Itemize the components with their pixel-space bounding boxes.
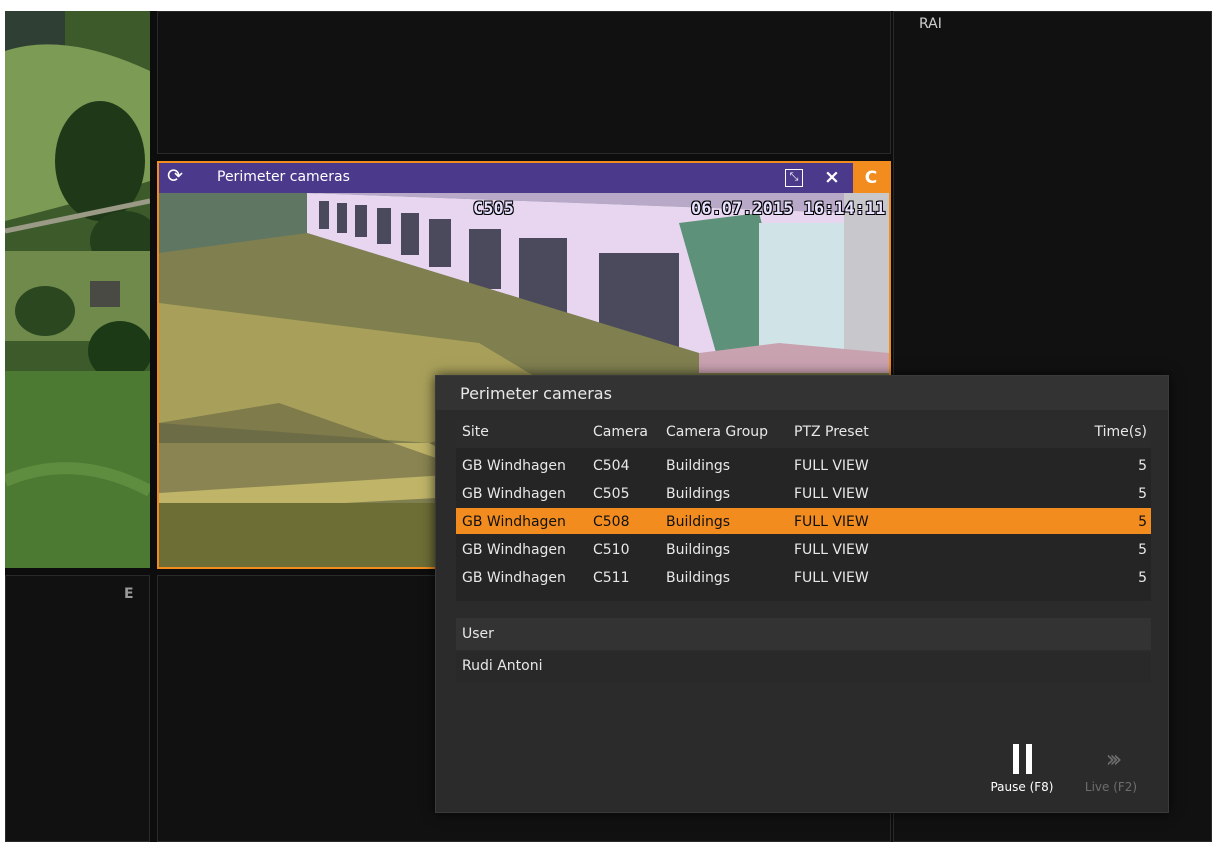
- camera-tile-title: Perimeter cameras: [217, 169, 350, 185]
- refresh-icon[interactable]: ⟳: [167, 165, 183, 187]
- cell-camera: C504: [593, 458, 630, 474]
- cell-camera: C508: [593, 514, 630, 530]
- fast-forward-icon: ›››: [1105, 745, 1123, 773]
- cell-camera: C510: [593, 542, 630, 558]
- cell-ptz-preset: FULL VIEW: [794, 570, 869, 586]
- cell-camera: C511: [593, 570, 630, 586]
- table-header-row: Site Camera Camera Group PTZ Preset Time…: [456, 418, 1151, 448]
- cell-time: 5: [1138, 486, 1147, 502]
- cell-ptz-preset: FULL VIEW: [794, 486, 869, 502]
- cell-site: GB Windhagen: [462, 458, 566, 474]
- cell-site: GB Windhagen: [462, 486, 566, 502]
- cell-camera: C505: [593, 486, 630, 502]
- table-row[interactable]: GB Windhagen C504 Buildings FULL VIEW 5: [456, 452, 1151, 478]
- camera-osd-timestamp: 06.07.2015 16:14:11: [691, 199, 886, 219]
- cell-time: 5: [1138, 514, 1147, 530]
- column-header-camera[interactable]: Camera: [593, 424, 648, 440]
- cell-camera-group: Buildings: [666, 514, 731, 530]
- pause-label: Pause (F8): [990, 780, 1054, 794]
- sequence-table: Site Camera Camera Group PTZ Preset Time…: [456, 418, 1151, 601]
- table-row-selected[interactable]: GB Windhagen C508 Buildings FULL VIEW 5: [456, 508, 1151, 534]
- user-section: User Rudi Antoni: [456, 618, 1151, 682]
- column-header-site[interactable]: Site: [462, 424, 489, 440]
- map-view[interactable]: [5, 11, 150, 568]
- satellite-map-image: [5, 11, 150, 568]
- table-row[interactable]: GB Windhagen C511 Buildings FULL VIEW 5: [456, 564, 1151, 590]
- live-button[interactable]: ››› Live (F2): [1076, 744, 1146, 794]
- user-name: Rudi Antoni: [456, 652, 1151, 682]
- cell-site: GB Windhagen: [462, 570, 566, 586]
- column-header-time[interactable]: Time(s): [1095, 424, 1147, 440]
- table-row[interactable]: GB Windhagen C505 Buildings FULL VIEW 5: [456, 480, 1151, 506]
- table-row[interactable]: GB Windhagen C510 Buildings FULL VIEW 5: [456, 536, 1151, 562]
- cell-time: 5: [1138, 570, 1147, 586]
- cell-site: GB Windhagen: [462, 542, 566, 558]
- empty-pane-top[interactable]: [157, 11, 891, 154]
- pause-button[interactable]: Pause (F8): [980, 744, 1064, 794]
- column-header-camera-group[interactable]: Camera Group: [666, 424, 768, 440]
- pane-label-e: E: [124, 586, 134, 602]
- cell-time: 5: [1138, 542, 1147, 558]
- close-icon[interactable]: ×: [824, 166, 840, 188]
- cell-camera-group: Buildings: [666, 458, 731, 474]
- pane-label-rai: RAI: [919, 16, 942, 32]
- cell-time: 5: [1138, 458, 1147, 474]
- cell-ptz-preset: FULL VIEW: [794, 458, 869, 474]
- live-label: Live (F2): [1084, 780, 1138, 794]
- cell-camera-group: Buildings: [666, 570, 731, 586]
- bottom-left-pane[interactable]: E: [5, 575, 150, 842]
- sequence-popup: Perimeter cameras Site Camera Camera Gro…: [435, 375, 1169, 813]
- popup-title: Perimeter cameras: [436, 376, 1168, 410]
- camera-tile-badge[interactable]: C: [853, 163, 889, 193]
- cell-ptz-preset: FULL VIEW: [794, 542, 869, 558]
- maximize-icon[interactable]: ⤡: [785, 169, 803, 187]
- pause-icon: [980, 744, 1064, 774]
- cell-camera-group: Buildings: [666, 542, 731, 558]
- cell-site: GB Windhagen: [462, 514, 566, 530]
- user-header: User: [456, 618, 1151, 650]
- video-wall: RAI E ⟳ Perimeter cameras ⤡ × C C505 06.…: [5, 11, 1212, 842]
- cell-ptz-preset: FULL VIEW: [794, 514, 869, 530]
- column-header-ptz-preset[interactable]: PTZ Preset: [794, 424, 869, 440]
- cell-camera-group: Buildings: [666, 486, 731, 502]
- camera-tile-titlebar: ⟳ Perimeter cameras ⤡ × C: [159, 163, 889, 193]
- camera-osd-name: C505: [473, 199, 514, 219]
